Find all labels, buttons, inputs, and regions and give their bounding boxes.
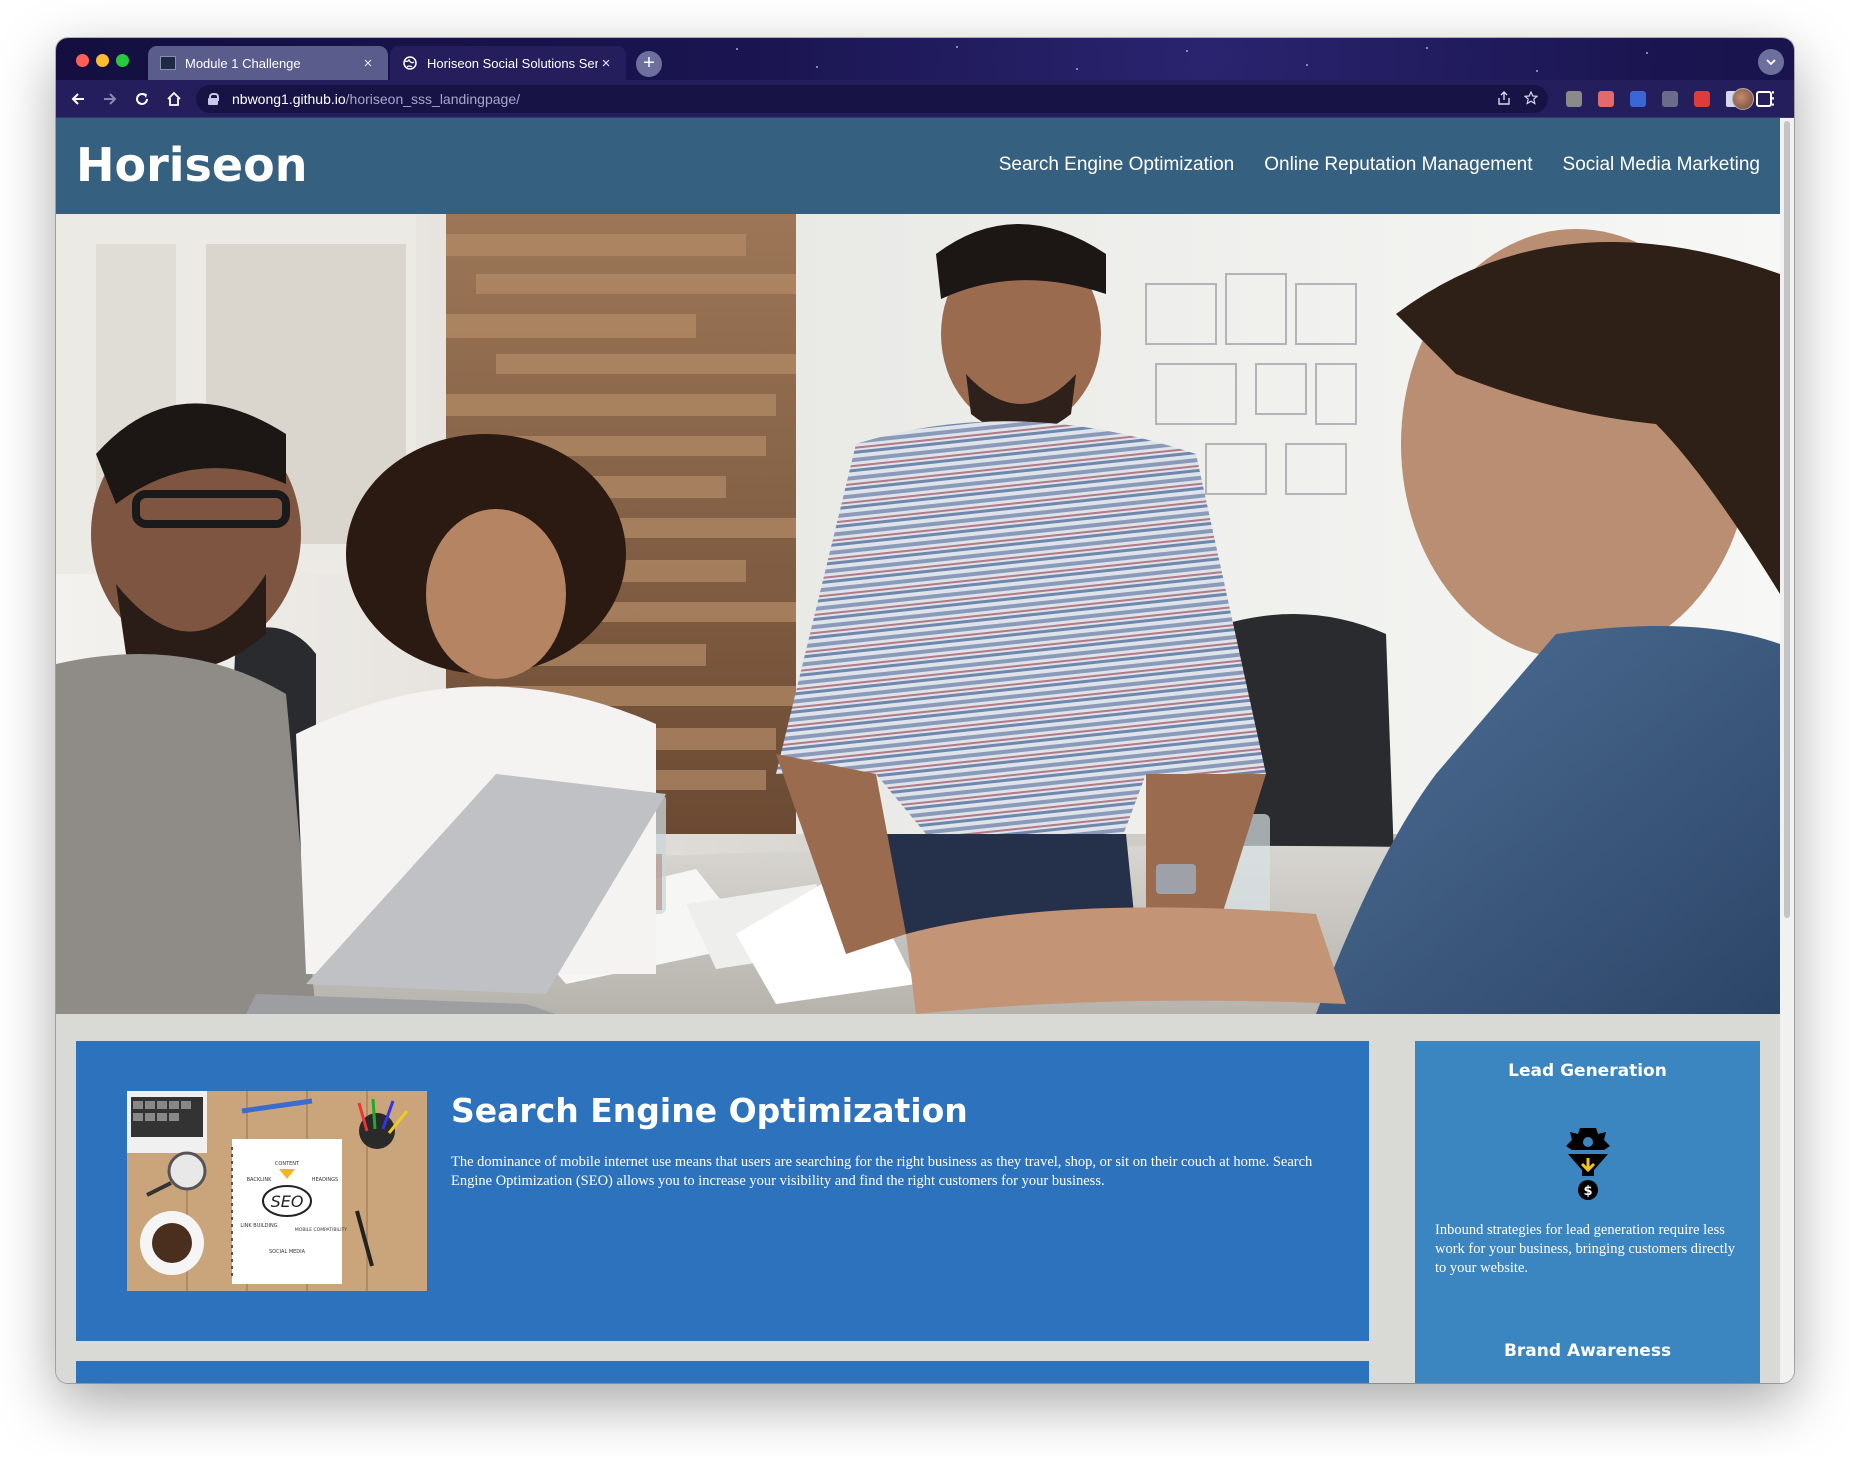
tab-favicon-icon xyxy=(160,55,176,71)
globe-icon xyxy=(402,55,418,71)
link-building-word: LINK BUILDING xyxy=(240,1223,277,1229)
browser-titlebar: Module 1 Challenge × Horiseon Social Sol… xyxy=(56,38,1794,80)
backlink-word: BACKLINK xyxy=(247,1177,273,1183)
tab-close-icon[interactable]: × xyxy=(598,55,614,72)
scrollbar-thumb[interactable] xyxy=(1784,121,1790,918)
close-window-button[interactable] xyxy=(76,54,89,67)
minimize-window-button[interactable] xyxy=(96,54,109,67)
browser-toolbar: nbwong1.github.io/horiseon_sss_landingpa… xyxy=(56,80,1794,118)
forward-button[interactable] xyxy=(98,87,122,111)
url-host: nbwong1.github.io xyxy=(232,91,346,107)
seo-illustration: SEO CONTENT HEADINGS BACKLINK LINK BUILD… xyxy=(127,1091,427,1291)
browser-menu-icon[interactable]: ⋮ xyxy=(1764,88,1782,108)
lead-generation-text: Inbound strategies for lead generation r… xyxy=(1435,1222,1736,1276)
bookmark-star-icon[interactable] xyxy=(1523,90,1539,108)
page-viewport: Horiseon Search Engine Optimization Onli… xyxy=(56,118,1780,1383)
content-word: CONTENT xyxy=(275,1161,300,1167)
extension-record-icon[interactable] xyxy=(1694,91,1710,107)
new-tab-button[interactable]: + xyxy=(636,51,662,77)
back-button[interactable] xyxy=(66,87,90,111)
browser-window: Module 1 Challenge × Horiseon Social Sol… xyxy=(56,38,1794,1383)
headings-word: HEADINGS xyxy=(312,1177,338,1183)
social-word: SOCIAL MEDIA xyxy=(269,1249,306,1255)
home-button[interactable] xyxy=(162,87,186,111)
funnel-dollar-icon: $ xyxy=(1566,1126,1610,1202)
page-scrollbar[interactable] xyxy=(1780,118,1794,1383)
mobile-word: MOBILE COMPATIBILITY xyxy=(295,1227,347,1233)
share-icon[interactable] xyxy=(1498,91,1510,108)
tab-module-1-challenge[interactable]: Module 1 Challenge × xyxy=(148,46,388,80)
reload-button[interactable] xyxy=(130,87,154,111)
lead-generation-title: Lead Generation xyxy=(1508,1061,1667,1081)
svg-text:$: $ xyxy=(1583,1184,1592,1199)
profile-avatar[interactable] xyxy=(1732,88,1754,110)
seo-text: The dominance of mobile internet use mea… xyxy=(451,1154,1313,1189)
address-bar[interactable]: nbwong1.github.io/horiseon_sss_landingpa… xyxy=(196,85,1548,113)
tab-search-button[interactable] xyxy=(1758,49,1784,75)
extension-capture-icon[interactable] xyxy=(1662,91,1678,107)
extension-download-icon[interactable] xyxy=(1566,91,1582,107)
site-logo[interactable]: Horiseon xyxy=(76,138,307,192)
tab-close-icon[interactable]: × xyxy=(360,55,376,72)
extension-pen-icon[interactable] xyxy=(1630,91,1646,107)
nav-link-reputation[interactable]: Online Reputation Management xyxy=(1264,154,1532,176)
benefits-sidebar: Lead Generation $ Inbound strategies for… xyxy=(1415,1041,1760,1383)
main-nav: Search Engine Optimization Online Reputa… xyxy=(999,154,1760,176)
site-header: Horiseon Search Engine Optimization Onli… xyxy=(56,118,1780,214)
hero-image xyxy=(56,214,1780,1014)
tab-title: Module 1 Challenge xyxy=(185,55,301,71)
url-path: /horiseon_sss_landingpage/ xyxy=(345,91,521,107)
extension-arrow-icon[interactable] xyxy=(1598,91,1614,107)
nav-link-social-media[interactable]: Social Media Marketing xyxy=(1563,154,1760,176)
tab-horiseon[interactable]: Horiseon Social Solutions Serv × xyxy=(390,46,626,80)
nav-link-seo[interactable]: Search Engine Optimization xyxy=(999,154,1235,176)
seo-word: SEO xyxy=(271,1192,304,1211)
seo-section: SEO CONTENT HEADINGS BACKLINK LINK BUILD… xyxy=(76,1041,1369,1341)
seo-title: Search Engine Optimization xyxy=(451,1091,968,1130)
tab-title: Horiseon Social Solutions Serv xyxy=(427,55,598,71)
online-reputation-section xyxy=(76,1361,1369,1383)
maximize-window-button[interactable] xyxy=(116,54,129,67)
lock-icon xyxy=(208,93,219,105)
brand-awareness-title: Brand Awareness xyxy=(1503,1341,1672,1361)
